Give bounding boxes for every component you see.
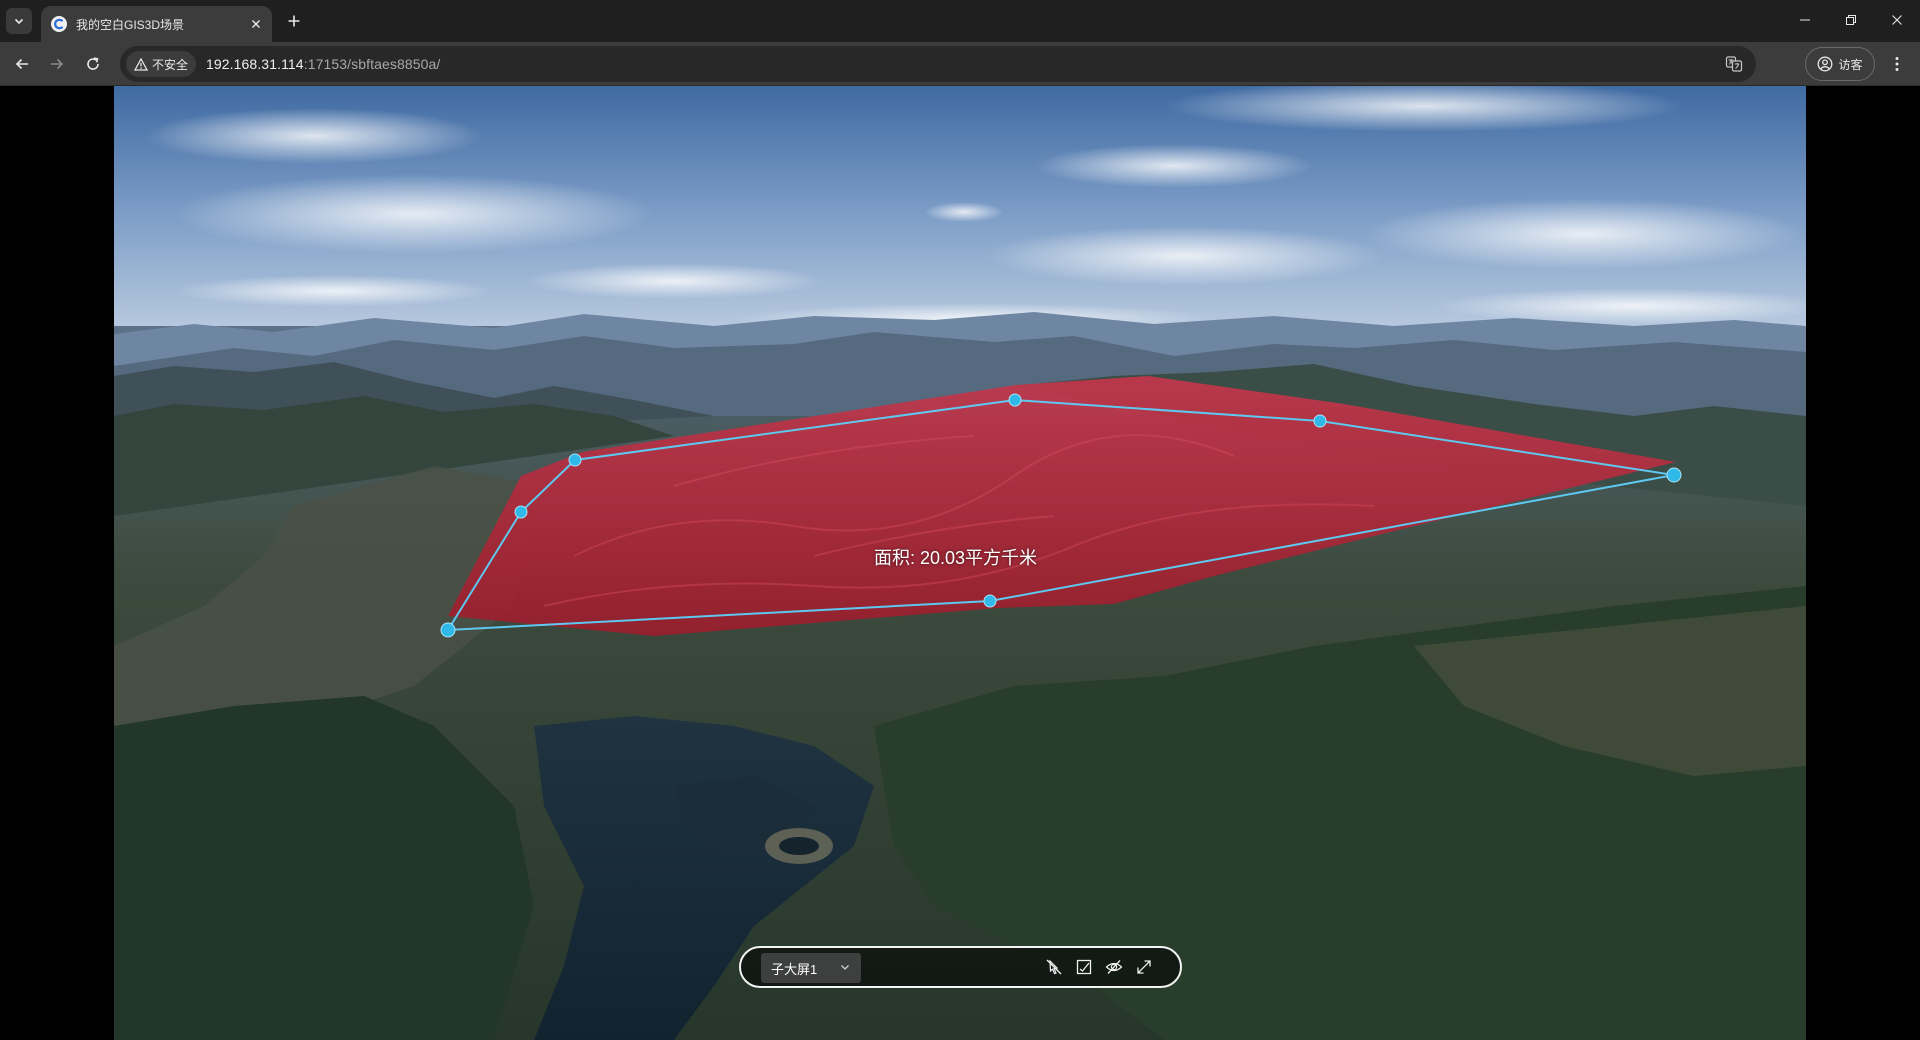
page-content: 面积: 20.03平方千米 子大屏1 (0, 86, 1920, 1040)
url-path: :17153/sbftaes8850a/ (303, 56, 441, 72)
vertex-point (514, 505, 528, 519)
arrow-left-icon (15, 58, 28, 70)
reload-icon (87, 57, 99, 70)
vertex-point (1008, 393, 1022, 407)
site-favicon-icon (51, 16, 67, 32)
chevron-down-icon (839, 961, 851, 976)
checkbox-square-icon[interactable] (1074, 957, 1094, 977)
area-measure-label: 面积: 20.03平方千米 (874, 548, 1038, 568)
bottom-control-bar: 子大屏1 (739, 946, 1182, 988)
forward-button[interactable] (43, 50, 71, 78)
vertex-point (983, 594, 997, 608)
expand-icon[interactable] (1134, 957, 1154, 977)
browser-tab-bar: 我的空白GIS3D场景 (0, 0, 1920, 42)
plus-icon (288, 15, 300, 27)
back-button[interactable] (8, 50, 36, 78)
warning-triangle-icon (134, 57, 148, 71)
arrow-right-icon (51, 58, 64, 70)
gis-3d-viewport[interactable]: 面积: 20.03平方千米 子大屏1 (114, 86, 1806, 1040)
browser-tab-active[interactable]: 我的空白GIS3D场景 (41, 6, 272, 42)
eye-slash-icon[interactable] (1104, 957, 1124, 977)
restore-icon (1846, 15, 1856, 25)
close-icon (1892, 15, 1902, 25)
close-window-button[interactable] (1874, 0, 1920, 40)
restore-button[interactable] (1828, 0, 1874, 40)
reload-button[interactable] (79, 50, 107, 78)
vertex-point (1313, 414, 1327, 428)
new-tab-button[interactable] (282, 9, 306, 33)
url-text: 192.168.31.114:17153/sbftaes8850a/ (206, 56, 440, 72)
screen-select-dropdown[interactable]: 子大屏1 (761, 953, 861, 983)
no-pick-icon[interactable] (1044, 957, 1064, 977)
kebab-menu-icon (1895, 57, 1899, 71)
minimize-icon (1800, 19, 1810, 21)
screen-select-value: 子大屏1 (771, 961, 818, 977)
profile-button[interactable]: 访客 (1805, 47, 1875, 81)
vertex-point (568, 453, 582, 467)
translate-icon[interactable] (1724, 54, 1744, 74)
tab-search-button[interactable] (6, 8, 32, 34)
minimize-button[interactable] (1782, 0, 1828, 40)
profile-label: 访客 (1838, 57, 1863, 72)
account-circle-icon (1818, 56, 1833, 72)
url-host: 192.168.31.114 (206, 56, 304, 72)
browser-toolbar: 不安全 192.168.31.114:17153/sbftaes8850a/ 访… (0, 42, 1920, 86)
tab-title: 我的空白GIS3D场景 (76, 17, 185, 32)
security-indicator[interactable]: 不安全 (126, 51, 197, 77)
security-label: 不安全 (152, 57, 189, 72)
browser-menu-button[interactable] (1883, 50, 1911, 78)
tab-close-icon[interactable] (248, 16, 264, 32)
vertex-point (440, 622, 456, 638)
chevron-down-icon (14, 18, 24, 25)
vertex-point (1666, 467, 1682, 483)
address-bar[interactable]: 不安全 192.168.31.114:17153/sbftaes8850a/ (120, 46, 1756, 82)
